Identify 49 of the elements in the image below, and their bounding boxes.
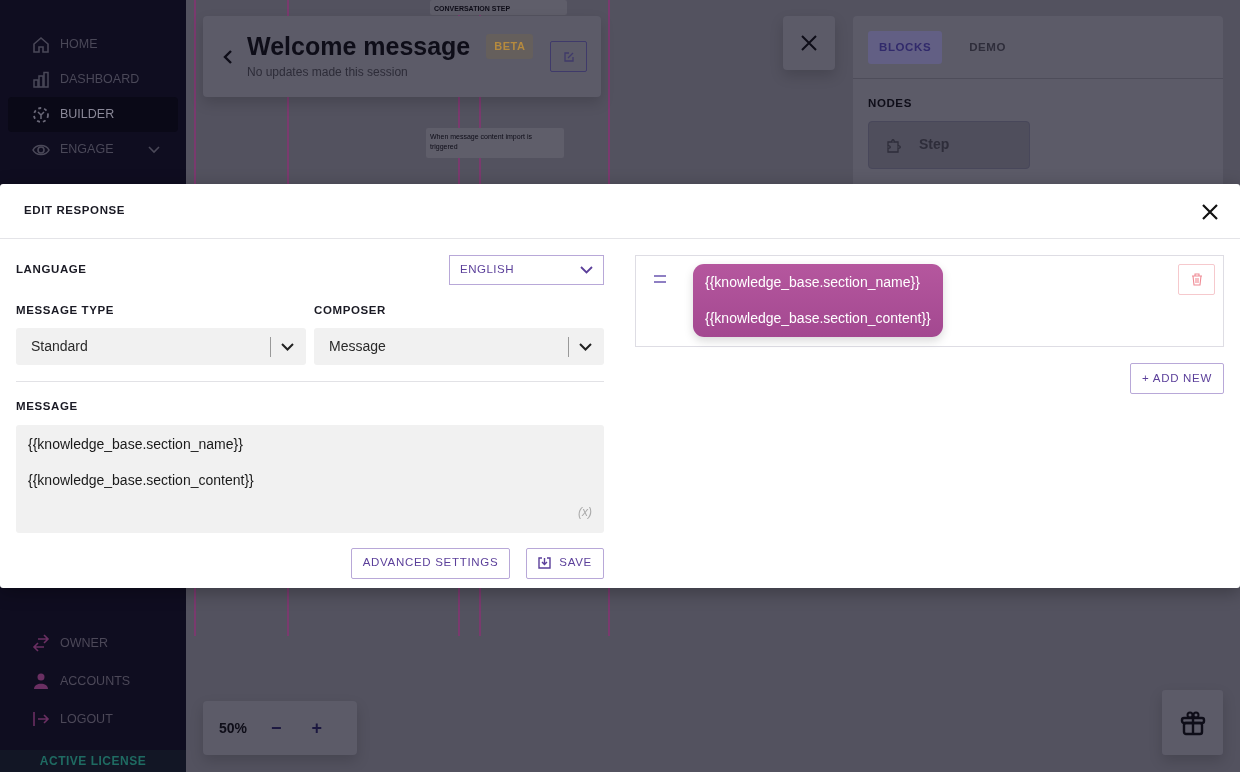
chevron-down-icon <box>580 266 593 274</box>
logout-icon <box>32 710 50 728</box>
chevron-down-icon <box>579 342 592 351</box>
sidebar-item[interactable]: ENGAGE <box>8 132 178 167</box>
variable-button[interactable]: (x) <box>578 504 592 521</box>
dialog-title: EDIT RESPONSE <box>24 203 126 219</box>
flow-title: Welcome message <box>247 34 471 59</box>
builder-icon <box>32 105 50 124</box>
gift-icon <box>1179 709 1206 736</box>
message-type-select[interactable]: Standard <box>16 328 306 366</box>
download-icon <box>538 557 552 569</box>
chevron-left-icon <box>223 49 233 66</box>
sidebar-item[interactable]: BUILDER <box>8 97 178 132</box>
license-status: ACTIVE LICENSE <box>0 750 186 772</box>
field-label: LANGUAGE <box>16 262 87 278</box>
message-bubble: {{knowledge_base.section_name}} {{knowledge_base.section_content}} <box>693 264 943 337</box>
sidebar-item[interactable]: LOGOUT <box>8 700 178 738</box>
sidebar-item[interactable]: ACCOUNTS <box>8 662 178 700</box>
field-label: MESSAGE TYPE <box>16 303 115 318</box>
drag-handle-icon <box>654 275 666 283</box>
field-label: MESSAGE <box>16 399 79 415</box>
beta-badge: BETA <box>486 34 534 59</box>
chevron-down-icon <box>148 145 160 154</box>
chevron-down-icon <box>281 342 294 351</box>
close-icon <box>1202 203 1218 220</box>
swap-arrows-icon <box>32 634 50 652</box>
message-field[interactable]: {{knowledge_base.section_name}} {{knowledge_base.section_content}} (x) <box>16 424 604 533</box>
bar-chart-icon <box>32 70 50 89</box>
language-select[interactable]: ENGLISH <box>449 255 604 285</box>
close-icon <box>801 35 817 51</box>
person-icon <box>32 672 50 690</box>
sidebar-item[interactable]: DASHBOARD <box>8 62 178 97</box>
section-heading: NODES <box>868 96 913 112</box>
trash-icon <box>1190 273 1203 286</box>
advanced-settings-button[interactable]: ADVANCED SETTINGS <box>350 547 511 579</box>
composer-select[interactable]: Message <box>314 328 604 366</box>
edit-button[interactable] <box>550 41 587 72</box>
home-icon <box>32 35 50 54</box>
zoom-out-button[interactable]: − <box>265 714 288 742</box>
gift-button[interactable] <box>1162 690 1223 755</box>
zoom-level: 50% <box>219 718 248 738</box>
sidebar-item[interactable]: HOME <box>8 27 178 62</box>
add-new-button[interactable]: + ADD NEW <box>1130 363 1224 394</box>
edit-icon <box>562 50 575 63</box>
sidebar-item[interactable]: OWNER <box>8 624 178 662</box>
save-button[interactable]: SAVE <box>526 547 604 579</box>
field-label: COMPOSER <box>314 303 387 318</box>
delete-button[interactable] <box>1178 264 1215 295</box>
zoom-in-button[interactable]: + <box>305 714 329 742</box>
